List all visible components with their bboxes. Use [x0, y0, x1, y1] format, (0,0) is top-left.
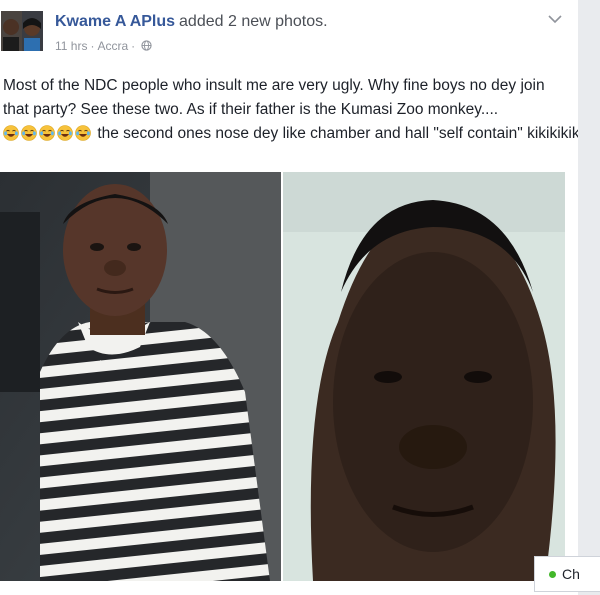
post-text-line: Most of the NDC people who insult me are…: [3, 77, 545, 118]
post-location[interactable]: Accra: [97, 39, 128, 53]
chevron-down-icon[interactable]: [548, 14, 562, 24]
post-timestamp[interactable]: 11 hrs: [55, 39, 87, 53]
face-with-tears-of-joy-icon: [75, 125, 91, 141]
post-header: Kwame A APlus added 2 new photos.: [55, 12, 328, 32]
face-with-tears-of-joy-icon: [39, 125, 55, 141]
chat-tab[interactable]: Ch: [534, 556, 600, 592]
meta-separator: ·: [131, 39, 136, 53]
author-name-link[interactable]: Kwame A APlus: [55, 13, 175, 30]
author-avatar[interactable]: [1, 11, 43, 51]
face-with-tears-of-joy-icon: [21, 125, 37, 141]
post-card: Kwame A APlus added 2 new photos. 11 hrs ·…: [0, 0, 583, 595]
post-photo-1[interactable]: [0, 172, 281, 581]
post-action-text: added 2 new photos.: [179, 13, 328, 30]
face-with-tears-of-joy-icon: [57, 125, 73, 141]
face-with-tears-of-joy-icon: [3, 125, 19, 141]
globe-icon[interactable]: [141, 40, 152, 51]
emoji-group: [3, 125, 97, 142]
meta-separator: ·: [90, 39, 95, 53]
post-photo-2[interactable]: [283, 172, 565, 581]
post-text-line-with-emoji: the second ones nose dey like chamber an…: [3, 122, 583, 146]
right-gutter: [578, 0, 600, 595]
post-meta: 11 hrs · Accra ·: [55, 38, 152, 54]
post-text: Most of the NDC people who insult me are…: [3, 74, 583, 146]
post-text-continuation: the second ones nose dey like chamber an…: [97, 125, 584, 142]
chat-tab-label: Ch: [562, 566, 580, 582]
online-status-icon: [549, 571, 556, 578]
